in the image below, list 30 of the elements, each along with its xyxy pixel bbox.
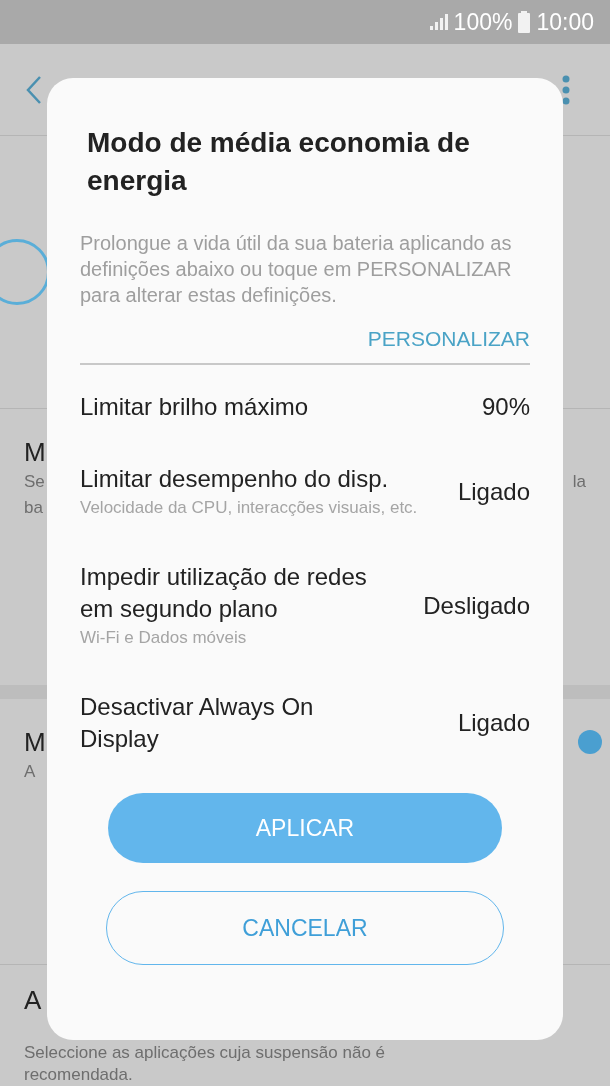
setting-label: Limitar brilho máximo <box>80 392 309 422</box>
setting-value: Ligado <box>457 709 530 737</box>
section-subtitle: Seleccione as aplicações cuja suspensão não é <box>24 1042 386 1064</box>
dialog-title: Modo de média economia de energia <box>86 126 471 198</box>
more-options-icon[interactable] <box>562 74 570 105</box>
apply-button[interactable]: APLICAR <box>108 793 502 863</box>
section-subtitle: recomendada. <box>24 1064 133 1086</box>
battery-icon <box>518 11 531 33</box>
section-subtitle: ba <box>24 497 43 519</box>
setting-label: Impedir utilização de redes em segundo plano <box>80 562 368 624</box>
customize-link[interactable]: PERSONALIZAR <box>367 327 530 351</box>
section-subtitle: Se <box>24 471 45 493</box>
clock: 10:00 <box>536 8 594 36</box>
dialog-description: Prolongue a vida útil da sua bateria aplicando as definições abaixo ou toque em PERSONALIZAR para alterar estas definições. <box>80 231 513 308</box>
setting-subtitle: Velocidade da CPU, interacções visuais, etc. <box>80 497 418 519</box>
setting-label: Desactivar Always On Display <box>80 692 315 754</box>
section-subtitle: la <box>572 471 586 493</box>
section-title: A <box>24 984 42 1017</box>
setting-value: Ligado <box>457 478 530 506</box>
setting-label: Limitar desempenho do disp. <box>80 464 389 494</box>
battery-percentage: 100% <box>453 8 513 36</box>
back-icon[interactable] <box>26 74 42 105</box>
section-title: M <box>24 436 46 469</box>
section-subtitle: A <box>24 761 36 783</box>
info-icon <box>578 730 602 754</box>
setting-subtitle: Wi-Fi e Dados móveis <box>80 627 247 649</box>
setting-value: 90% <box>481 393 530 421</box>
section-title: M <box>24 726 46 759</box>
setting-value: Desligado <box>423 592 530 620</box>
signal-icon <box>427 12 448 32</box>
